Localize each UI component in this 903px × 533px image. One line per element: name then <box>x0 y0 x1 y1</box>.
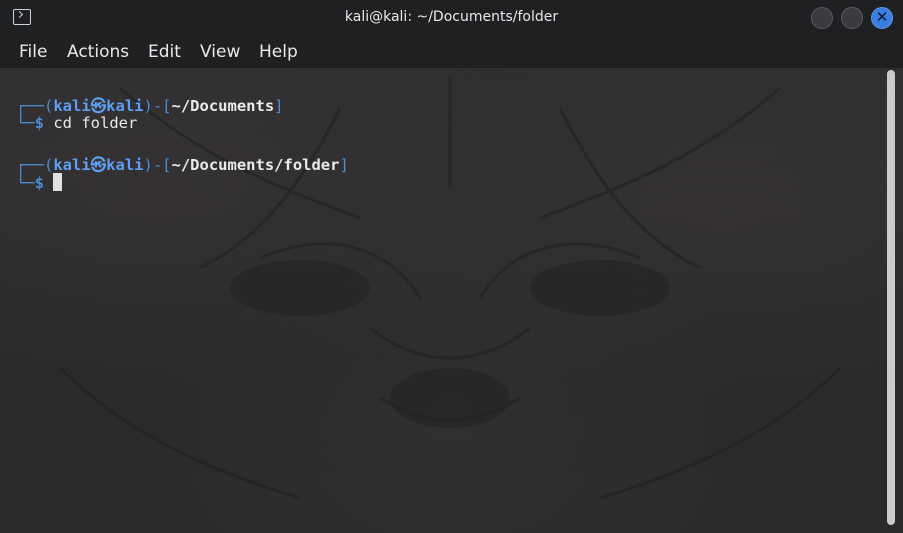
prompt-frame: ] <box>339 156 349 174</box>
menu-help[interactable]: Help <box>259 42 298 62</box>
scrollbar[interactable] <box>887 70 895 525</box>
text-cursor <box>53 173 63 191</box>
prompt-at-symbol: ㉿ <box>90 156 107 174</box>
prompt-header-2: ┌──(kali㉿kali)-[~/Documents/folder] <box>16 153 349 175</box>
terminal-output[interactable]: ┌──(kali㉿kali)-[~/Documents] └─$ cd fold… <box>0 68 885 533</box>
maximize-button[interactable] <box>841 7 863 29</box>
prompt-frame: )-[ <box>143 156 172 174</box>
command-input[interactable] <box>44 174 53 192</box>
prompt-frame: ] <box>274 97 284 115</box>
window-title: kali@kali: ~/Documents/folder <box>344 9 559 25</box>
prompt-frame: )-[ <box>143 97 172 115</box>
prompt-frame: ┌──( <box>16 156 54 174</box>
prompt-corner: └─ <box>16 114 35 132</box>
prompt-header-1: ┌──(kali㉿kali)-[~/Documents] <box>16 94 284 116</box>
menu-actions[interactable]: Actions <box>67 42 129 62</box>
prompt-path: ~/Documents <box>171 97 275 115</box>
menu-file[interactable]: File <box>19 42 47 62</box>
prompt-host: kali <box>106 156 144 174</box>
prompt-user: kali <box>53 97 91 115</box>
close-button[interactable]: ✕ <box>871 7 893 29</box>
command-text: cd folder <box>44 114 138 132</box>
prompt-at-symbol: ㉿ <box>90 97 107 115</box>
prompt-corner: └─ <box>16 174 35 192</box>
minimize-button[interactable] <box>811 7 833 29</box>
prompt-user: kali <box>53 156 91 174</box>
menu-edit[interactable]: Edit <box>148 42 181 62</box>
terminal-window: kali@kali: ~/Documents/folder ✕ File Act… <box>0 0 903 533</box>
prompt-dollar: $ <box>34 174 45 192</box>
command-line-1: └─$ cd folder <box>16 114 137 132</box>
prompt-frame: ┌──( <box>16 97 54 115</box>
prompt-dollar: $ <box>34 114 45 132</box>
close-icon: ✕ <box>875 8 889 26</box>
title-bar: kali@kali: ~/Documents/folder ✕ <box>0 0 903 36</box>
menu-bar: File Actions Edit View Help <box>0 36 903 68</box>
prompt-path: ~/Documents/folder <box>171 156 340 174</box>
menu-view[interactable]: View <box>200 42 240 62</box>
command-line-2[interactable]: └─$ <box>16 173 63 192</box>
prompt-host: kali <box>106 97 144 115</box>
